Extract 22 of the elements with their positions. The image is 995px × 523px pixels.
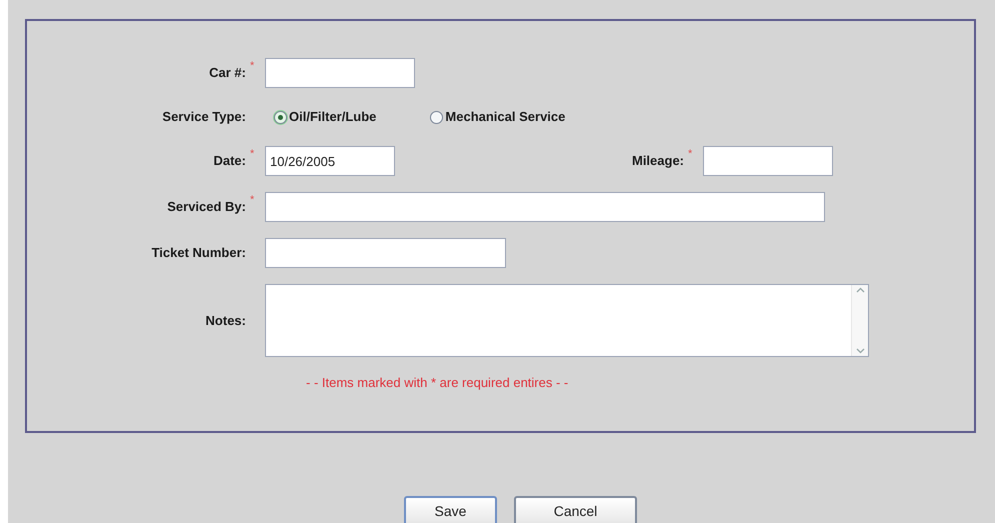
required-marker: * (250, 195, 254, 206)
required-marker: * (688, 149, 692, 160)
required-marker: * (250, 149, 254, 160)
input-field[interactable] (703, 146, 833, 176)
notes-field[interactable] (265, 284, 869, 357)
required-marker: * (250, 61, 254, 72)
input-field[interactable] (265, 238, 506, 268)
required-note: - - Items marked with * are required entires - - (306, 375, 568, 390)
field-label: Serviced By: (166, 198, 246, 216)
radio-option[interactable]: Oil/Filter/Lube (274, 107, 376, 127)
radio-option[interactable]: Mechanical Service (430, 107, 566, 127)
input-field[interactable]: 10/26/2005 (265, 146, 395, 176)
field-label: Date: (212, 152, 246, 170)
field-label: Notes: (204, 312, 246, 330)
button[interactable]: Cancel (514, 496, 637, 523)
button[interactable]: Save (404, 496, 497, 523)
input-field[interactable] (265, 58, 415, 88)
field-label: Mileage: (630, 152, 684, 170)
field-label: Service Type: (161, 108, 246, 126)
field-label: Ticket Number: (150, 244, 246, 262)
field-label: Car #: (208, 64, 246, 82)
input-field[interactable] (265, 192, 825, 222)
